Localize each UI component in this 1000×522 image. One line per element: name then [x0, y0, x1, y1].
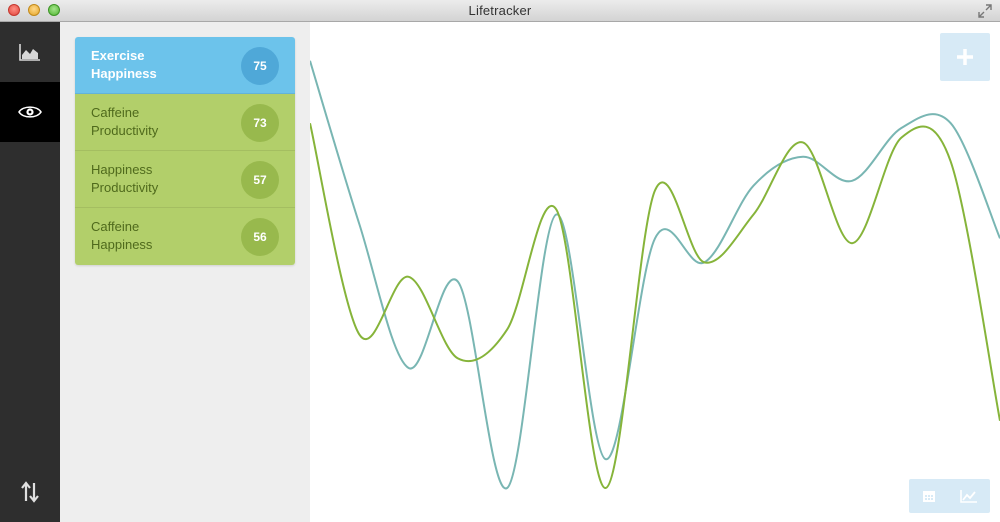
nav-sort-button[interactable] — [0, 462, 60, 522]
sort-arrows-icon — [21, 481, 39, 503]
correlation-first-metric: Caffeine — [91, 219, 140, 234]
correlation-row-happiness-productivity[interactable]: Happiness Productivity 57 — [75, 151, 295, 208]
title-bar: Lifetracker — [0, 0, 1000, 22]
correlation-second-metric: Happiness — [91, 237, 153, 252]
correlation-labels: Caffeine Productivity — [91, 104, 158, 140]
correlations-list: Exercise Happiness 75 Caffeine Productiv… — [75, 37, 295, 265]
chart-area — [310, 22, 1000, 522]
correlation-labels: Caffeine Happiness — [91, 218, 152, 254]
nav-charts-button[interactable] — [0, 22, 60, 82]
correlation-second-metric: Productivity — [91, 123, 159, 138]
eye-icon — [18, 106, 42, 118]
correlation-first-metric: Caffeine — [91, 105, 140, 120]
plus-icon — [957, 49, 973, 65]
correlation-second-metric: Productivity — [91, 180, 159, 195]
fullscreen-icon[interactable] — [978, 4, 992, 18]
nav-correlations-button[interactable] — [0, 82, 60, 142]
correlation-second-metric: Happiness — [91, 66, 157, 81]
correlation-labels: Exercise Happiness — [91, 47, 157, 83]
calendar-icon — [923, 491, 935, 502]
correlation-score-badge: 73 — [241, 104, 279, 142]
correlation-labels: Happiness Productivity — [91, 161, 158, 197]
calendar-button[interactable] — [909, 479, 949, 513]
series-line-2 — [310, 122, 1000, 490]
add-button[interactable] — [940, 33, 990, 81]
line-chart-icon — [960, 490, 977, 503]
correlation-score-badge: 56 — [241, 218, 279, 256]
line-chart-button[interactable] — [949, 479, 989, 513]
correlation-first-metric: Happiness — [91, 162, 153, 177]
correlation-row-caffeine-happiness[interactable]: Caffeine Happiness 56 — [75, 208, 295, 265]
correlations-panel: Exercise Happiness 75 Caffeine Productiv… — [60, 22, 310, 522]
correlation-score-badge: 57 — [241, 161, 279, 199]
correlation-row-exercise-happiness[interactable]: Exercise Happiness 75 — [75, 37, 295, 94]
correlation-row-caffeine-productivity[interactable]: Caffeine Productivity 73 — [75, 94, 295, 151]
correlation-line-chart — [310, 60, 1000, 490]
correlation-score-badge: 75 — [241, 47, 279, 85]
window-title: Lifetracker — [468, 3, 532, 18]
series-line-1 — [310, 60, 1000, 490]
sidebar-nav — [0, 22, 60, 522]
area-chart-icon — [19, 44, 40, 61]
view-toolbar — [909, 479, 990, 513]
correlation-first-metric: Exercise — [91, 48, 145, 63]
